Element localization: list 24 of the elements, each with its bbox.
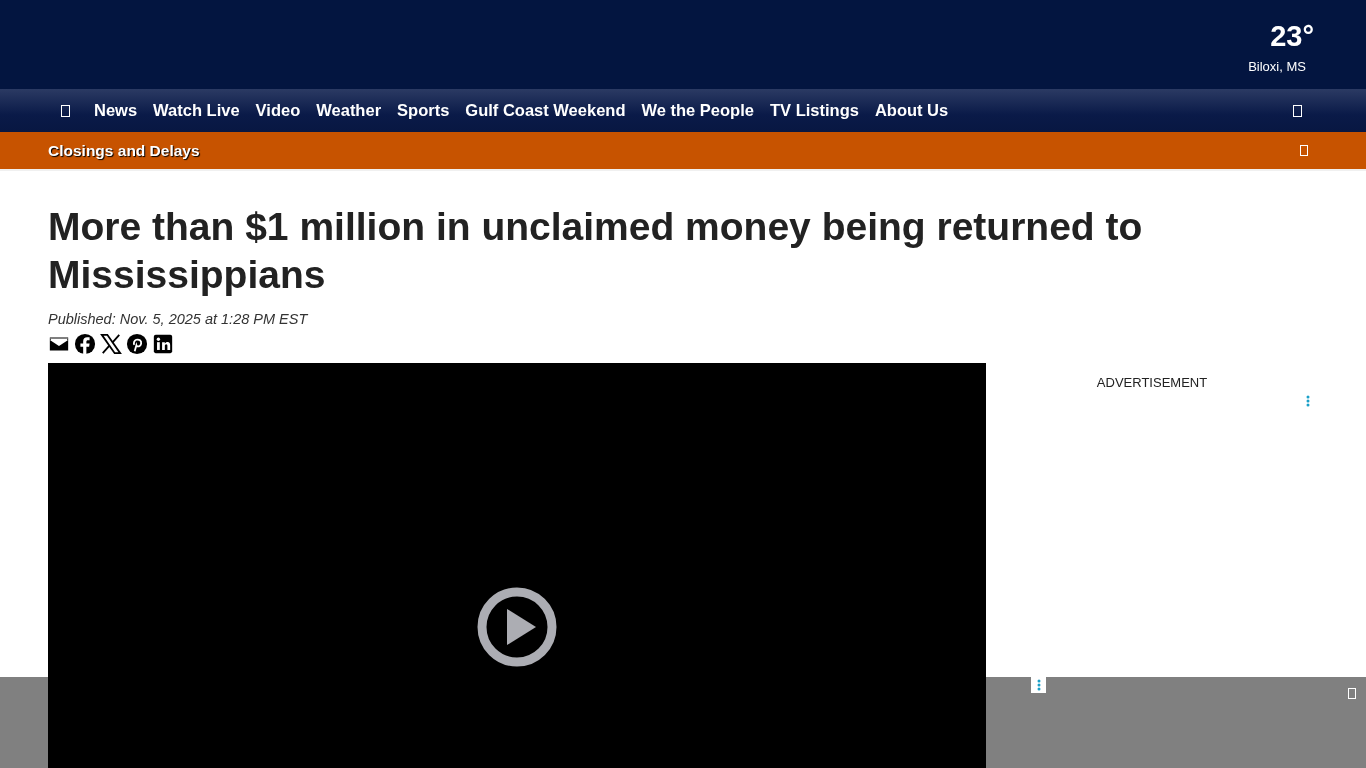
weather-location: Biloxi, MS [1248,59,1306,74]
nav-link[interactable]: Video [255,101,301,120]
nav-link[interactable]: Watch Live [153,101,240,120]
x-icon[interactable] [100,333,122,355]
facebook-icon[interactable] [74,333,96,355]
nav-link[interactable]: Gulf Coast Weekend [465,101,626,120]
nav-link[interactable]: Sports [397,101,450,120]
missing-glyph-icon[interactable] [1293,104,1302,117]
nav-link[interactable]: News [94,101,138,120]
more-options-icon[interactable] [1031,677,1046,693]
play-icon[interactable] [477,587,557,667]
nav-link[interactable]: Weather [316,101,382,120]
alert-link[interactable]: Closings and Delays [48,141,200,160]
temperature: 23° [1270,20,1314,53]
nav-link[interactable]: TV Listings [769,101,859,120]
pinterest-icon[interactable] [126,333,148,355]
more-options-icon[interactable] [1306,395,1310,407]
missing-glyph-icon[interactable] [61,104,70,117]
nav-link[interactable]: About Us [874,101,949,120]
linkedin-icon[interactable] [152,333,174,355]
published-date: Published: Nov. 5, 2025 at 1:28 PM EST [48,311,309,327]
ad-label: ADVERTISEMENT [1096,375,1208,390]
nav-link[interactable]: We the People [641,101,754,120]
article-title: More than $1 million in unclaimed money being returned to Mississippians [48,204,1144,298]
